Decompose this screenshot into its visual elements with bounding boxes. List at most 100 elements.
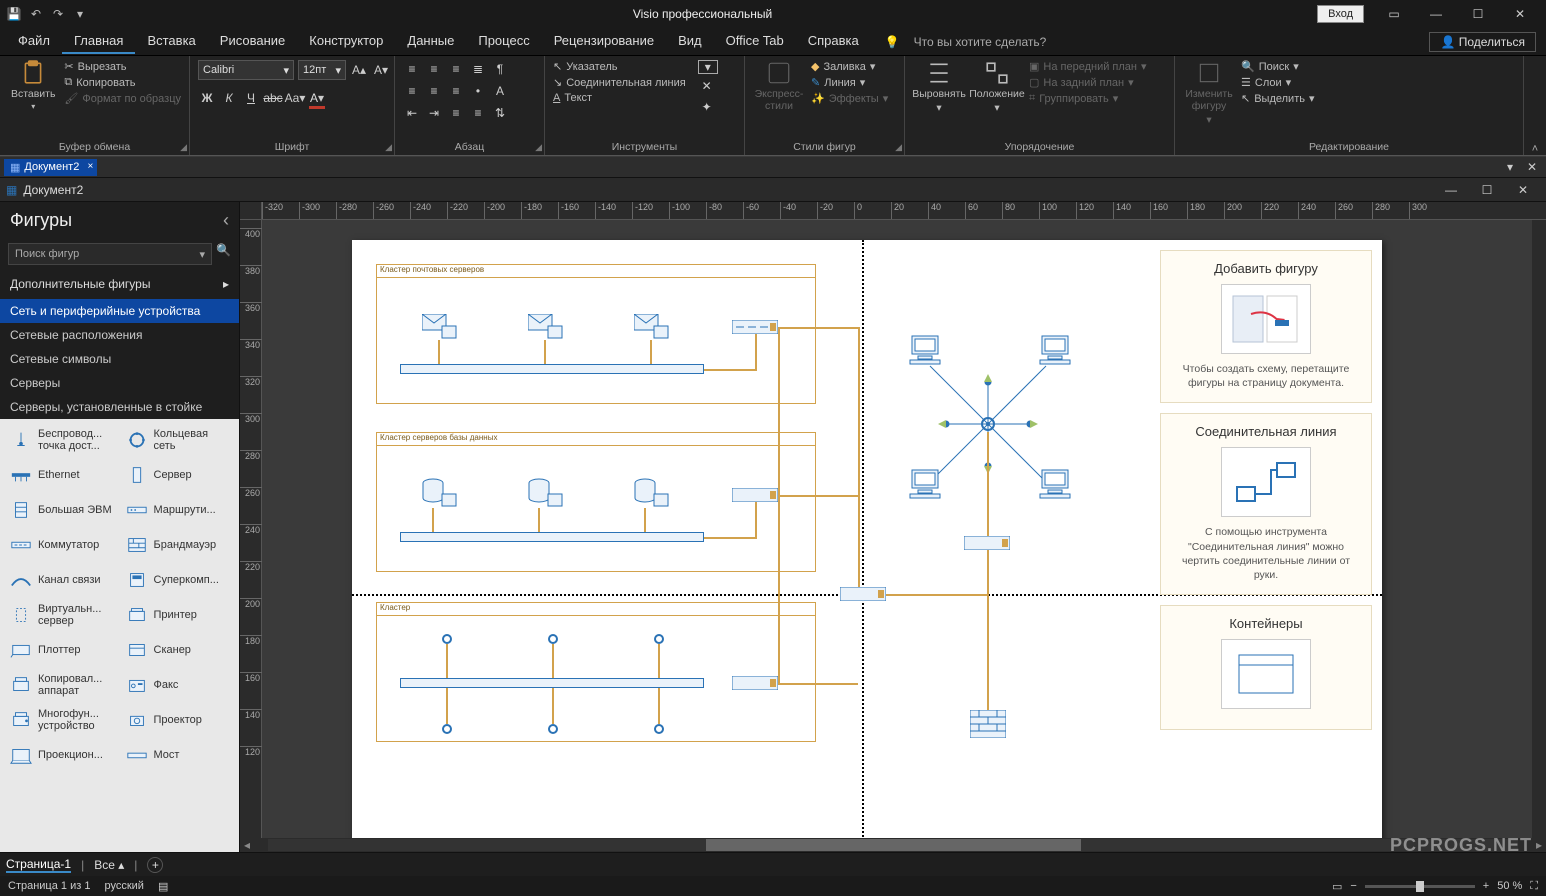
- stencil-shape[interactable]: Сервер: [120, 458, 236, 492]
- fit-page-icon[interactable]: ⛶: [1530, 880, 1538, 893]
- paragraph-button[interactable]: ≡: [403, 60, 421, 78]
- italic-icon[interactable]: К: [220, 89, 238, 107]
- ribbon-collapse-icon[interactable]: ˄: [1524, 56, 1546, 155]
- font-launcher-icon[interactable]: ◢: [385, 142, 392, 153]
- vertical-scrollbar[interactable]: [1532, 220, 1546, 838]
- stencil-category[interactable]: Серверы, установленные в стойке: [0, 395, 239, 419]
- stencil-shape[interactable]: Принтер: [120, 598, 236, 632]
- ribbon-tab[interactable]: Конструктор: [297, 29, 395, 54]
- paragraph-button[interactable]: ⇤: [403, 104, 421, 122]
- find-button[interactable]: 🔍Поиск▾: [1241, 60, 1315, 73]
- connection-point-icon[interactable]: ✦: [698, 98, 716, 116]
- paragraph-button[interactable]: ≡: [469, 104, 487, 122]
- ethernet-bar[interactable]: [400, 532, 704, 542]
- font-color-icon[interactable]: A▾: [308, 89, 326, 107]
- ribbon-display-icon[interactable]: ▭: [1374, 2, 1414, 26]
- tabbar-close-icon[interactable]: ✕: [1522, 158, 1542, 176]
- mail-server-shape[interactable]: [422, 314, 458, 340]
- stencil-shape[interactable]: Виртуальн... сервер: [4, 598, 120, 632]
- ribbon-tab[interactable]: Файл: [6, 29, 62, 54]
- stencil-shape[interactable]: Факс: [120, 668, 236, 702]
- switch-shape[interactable]: [964, 536, 1010, 550]
- position-button[interactable]: Положение▾: [971, 60, 1023, 114]
- firewall-shape[interactable]: [970, 710, 1006, 738]
- ribbon-tab[interactable]: Рецензирование: [542, 29, 666, 54]
- switch-shape[interactable]: [840, 587, 886, 601]
- maximize-button[interactable]: ☐: [1458, 2, 1498, 26]
- ribbon-tab[interactable]: Справка: [796, 29, 871, 54]
- mail-server-shape[interactable]: [528, 314, 564, 340]
- pc-shape[interactable]: [908, 468, 942, 500]
- horizontal-scrollbar[interactable]: ◂ ▸: [240, 838, 1546, 852]
- zoom-out-icon[interactable]: −: [1350, 880, 1356, 892]
- tell-me-input[interactable]: Что вы хотите сделать?: [914, 35, 1047, 49]
- pointer-x-icon[interactable]: ✕: [698, 77, 716, 95]
- mail-server-shape[interactable]: [634, 314, 670, 340]
- cluster-generic[interactable]: Кластер: [376, 602, 816, 742]
- pc-shape[interactable]: [1038, 334, 1072, 366]
- ribbon-tab[interactable]: Рисование: [208, 29, 297, 54]
- stencil-shape[interactable]: Коммутатор: [4, 528, 120, 562]
- status-language[interactable]: русский: [104, 880, 143, 892]
- docwin-minimize[interactable]: —: [1434, 180, 1468, 200]
- qat-customize-icon[interactable]: ▾: [72, 6, 88, 22]
- ribbon-tab[interactable]: Вид: [666, 29, 714, 54]
- more-shapes-button[interactable]: Дополнительные фигуры▸: [0, 269, 239, 299]
- paste-button[interactable]: Вставить▾: [8, 60, 58, 111]
- paragraph-button[interactable]: A: [491, 82, 509, 100]
- paragraph-button[interactable]: ¶: [491, 60, 509, 78]
- shapes-search-input[interactable]: Поиск фигур▾: [8, 243, 212, 265]
- align-button[interactable]: Выровнять▾: [913, 60, 965, 114]
- db-server-shape[interactable]: [528, 478, 564, 508]
- redo-icon[interactable]: ↷: [50, 6, 66, 22]
- tabbar-menu-icon[interactable]: ▾: [1500, 158, 1520, 176]
- paragraph-button[interactable]: ≡: [425, 60, 443, 78]
- shrink-font-icon[interactable]: A▾: [372, 61, 390, 79]
- save-icon[interactable]: 💾: [6, 6, 22, 22]
- endpoint-shape[interactable]: [654, 634, 664, 644]
- cut-button[interactable]: ✂Вырезать: [64, 60, 181, 73]
- stencil-shape[interactable]: Ethernet: [4, 458, 120, 492]
- stencil-shape[interactable]: Кольцевая сеть: [120, 423, 236, 457]
- zoom-level[interactable]: 50 %: [1497, 880, 1522, 892]
- rectangle-tool-icon[interactable]: ▾: [698, 60, 718, 74]
- stencil-category[interactable]: Сетевые символы: [0, 347, 239, 371]
- stencil-shape[interactable]: Суперкомп...: [120, 563, 236, 597]
- db-server-shape[interactable]: [422, 478, 458, 508]
- stencil-shape[interactable]: Копировал... аппарат: [4, 668, 120, 702]
- close-button[interactable]: ✕: [1500, 2, 1540, 26]
- paragraph-button[interactable]: ≡: [425, 82, 443, 100]
- select-button[interactable]: ↖Выделить▾: [1241, 92, 1315, 105]
- stencil-shape[interactable]: Мост: [120, 738, 236, 772]
- share-button[interactable]: 👤 Поделиться: [1429, 32, 1536, 52]
- paragraph-button[interactable]: ≡: [447, 60, 465, 78]
- line-button[interactable]: ✎Линия▾: [811, 76, 888, 89]
- layers-button[interactable]: ☰Слои▾: [1241, 76, 1315, 89]
- endpoint-shape[interactable]: [654, 724, 664, 734]
- bold-icon[interactable]: Ж: [198, 89, 216, 107]
- clipboard-launcher-icon[interactable]: ◢: [180, 142, 187, 153]
- ethernet-bar[interactable]: [400, 364, 704, 374]
- font-size-combo[interactable]: 12пт▾: [298, 60, 346, 80]
- endpoint-shape[interactable]: [548, 724, 558, 734]
- copy-button[interactable]: ⧉Копировать: [64, 76, 181, 89]
- undo-icon[interactable]: ↶: [28, 6, 44, 22]
- ethernet-bar[interactable]: [400, 678, 704, 688]
- db-server-shape[interactable]: [634, 478, 670, 508]
- page-tab[interactable]: Страница-1: [6, 857, 71, 873]
- add-page-button[interactable]: +: [147, 857, 163, 873]
- paragraph-button[interactable]: •: [469, 82, 487, 100]
- stencil-shape[interactable]: Сканер: [120, 633, 236, 667]
- ribbon-tab[interactable]: Данные: [395, 29, 466, 54]
- stencil-shape[interactable]: Брандмауэр: [120, 528, 236, 562]
- paragraph-button[interactable]: ≡: [403, 82, 421, 100]
- paragraph-button[interactable]: ⇥: [425, 104, 443, 122]
- connector-tool[interactable]: ↘Соединительная линия: [553, 76, 686, 89]
- minimize-button[interactable]: —: [1416, 2, 1456, 26]
- endpoint-shape[interactable]: [442, 634, 452, 644]
- stencil-category[interactable]: Сетевые расположения: [0, 323, 239, 347]
- docwin-maximize[interactable]: ☐: [1470, 180, 1504, 200]
- tell-me-icon[interactable]: 💡: [885, 35, 900, 49]
- endpoint-shape[interactable]: [442, 724, 452, 734]
- paragraph-launcher-icon[interactable]: ◢: [535, 142, 542, 153]
